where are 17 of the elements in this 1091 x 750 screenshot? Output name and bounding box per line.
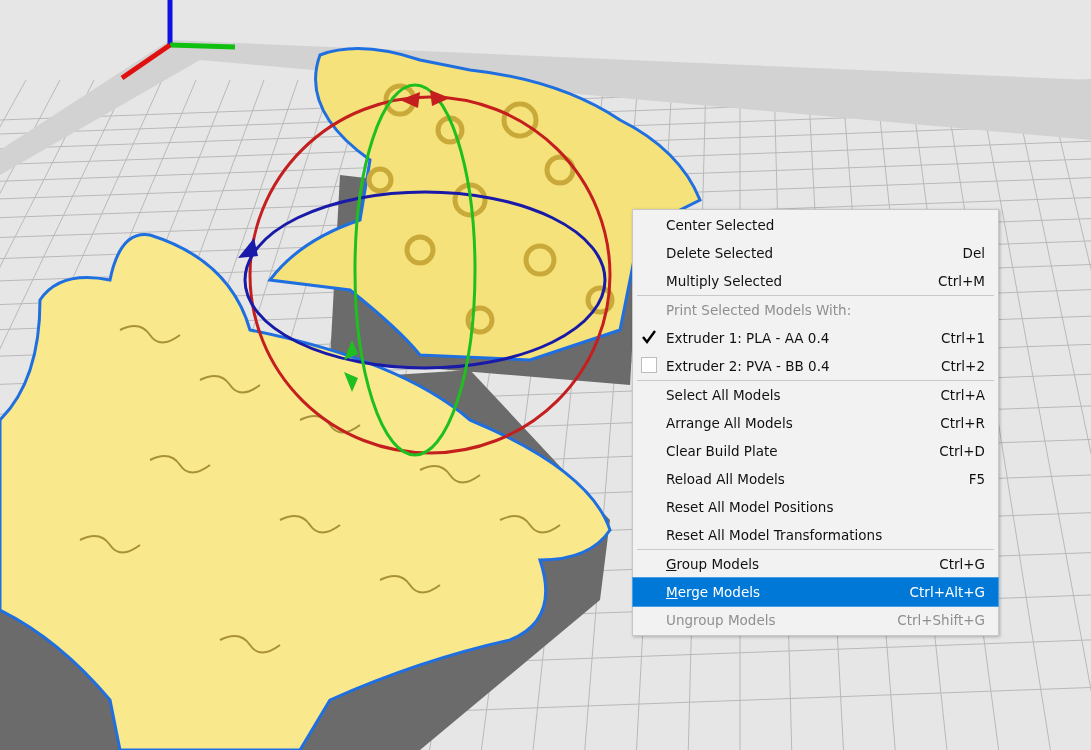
menu-item[interactable]: Arrange All Models Ctrl+R [633, 409, 998, 437]
menu-item[interactable]: Reload All Models F5 [633, 465, 998, 493]
menu-section-header: Print Selected Models With: [666, 302, 853, 318]
menu-item[interactable]: Center Selected [633, 211, 998, 239]
menu-item[interactable]: Select All Models Ctrl+A [633, 381, 998, 409]
menu-item[interactable]: Extruder 1: PLA - AA 0.4 Ctrl+1 [633, 324, 998, 352]
rotate-gizmo-drawing[interactable] [238, 83, 612, 457]
menu-item[interactable]: Group Models Ctrl+G [633, 550, 998, 578]
menu-item[interactable]: Reset All Model Transformations [633, 521, 998, 549]
checkmark-icon[interactable] [641, 329, 657, 345]
menu-item[interactable]: Extruder 2: PVA - BB 0.4 Ctrl+2 [633, 352, 998, 380]
menu-item[interactable]: Multiply Selected Ctrl+M [633, 267, 998, 295]
menu-item[interactable]: Reset All Model Positions [633, 493, 998, 521]
menu-item[interactable]: Delete Selected Del [633, 239, 998, 267]
menu-item[interactable]: Merge Models Ctrl+Alt+G [633, 578, 998, 606]
menu-item[interactable]: Clear Build Plate Ctrl+D [633, 437, 998, 465]
checkbox[interactable] [641, 357, 657, 373]
